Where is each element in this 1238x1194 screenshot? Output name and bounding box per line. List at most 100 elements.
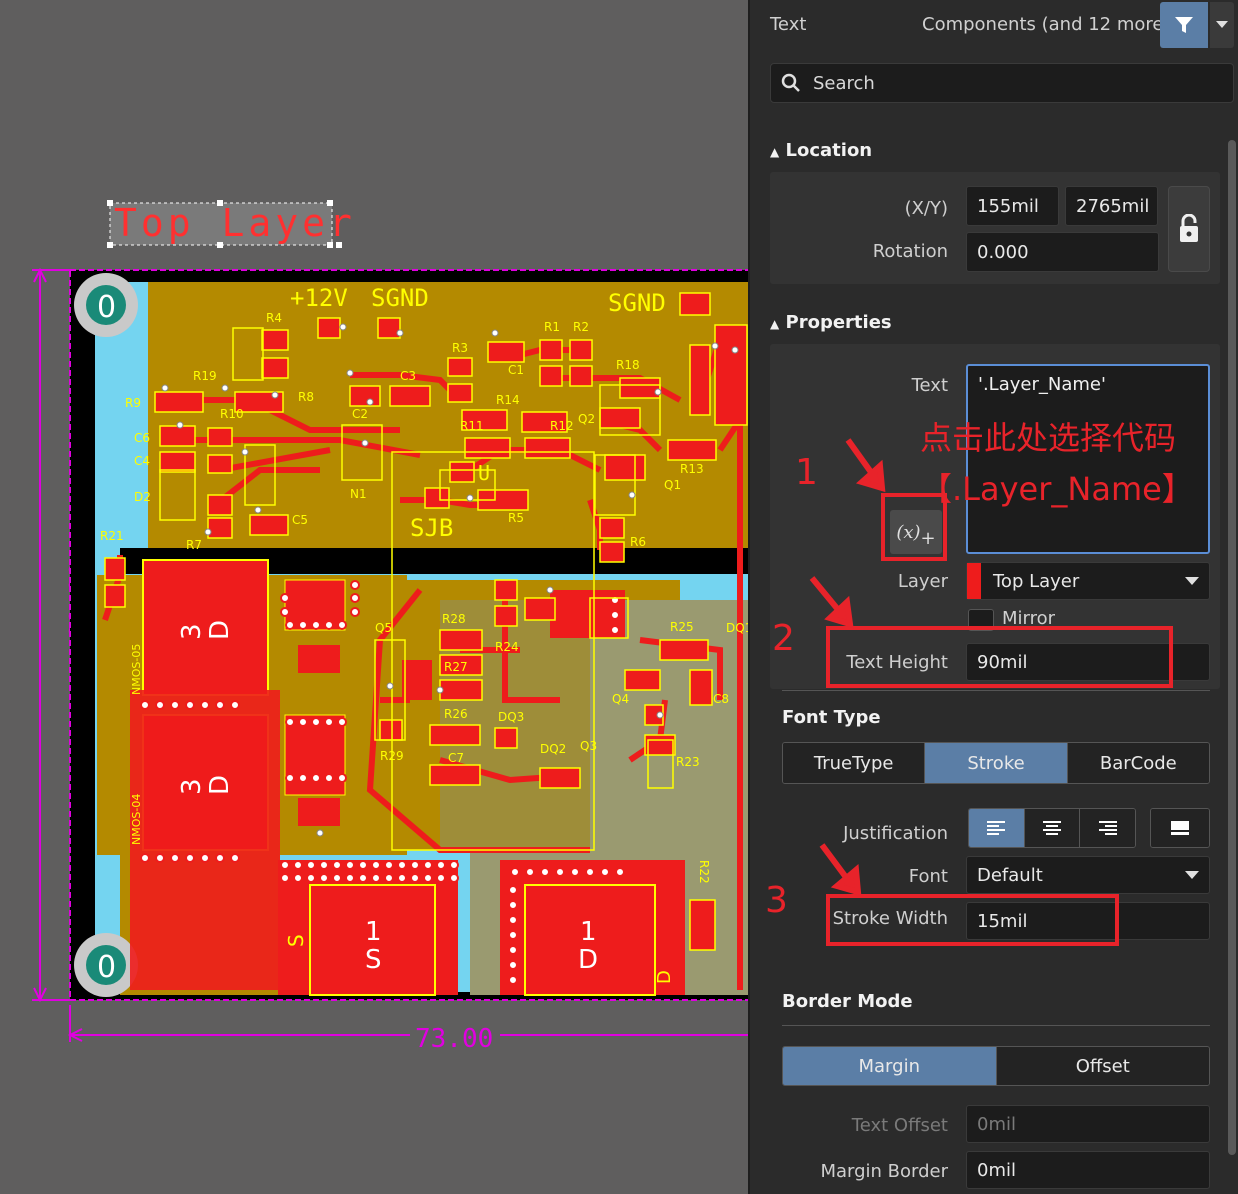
refdes-label: R25 [670, 620, 694, 634]
filter-button[interactable] [1160, 2, 1208, 48]
label-d-small: D [654, 970, 675, 984]
font-type-truetype[interactable]: TrueType [783, 743, 926, 783]
justification-label: Justification [843, 823, 948, 844]
label-big3-1: 1 [365, 917, 382, 947]
pcb-board[interactable]: Top Layer 68.00 73.00 [0, 0, 748, 1194]
annotation-hint-line1: 点击此处选择代码 [920, 419, 1177, 457]
rotation-label: Rotation [872, 241, 948, 262]
annotation-number-1: 1 [795, 452, 818, 493]
top-layer-title[interactable]: Top Layer [114, 201, 356, 245]
layer-select[interactable]: Top Layer [966, 562, 1210, 600]
divider [782, 690, 1210, 691]
align-center-icon [1043, 821, 1061, 835]
label-sgnd-1: SGND [371, 284, 429, 312]
rotation-input[interactable]: 0.000 [966, 232, 1159, 272]
y-position-input[interactable]: 2765mil [1065, 186, 1158, 226]
border-mode-margin[interactable]: Margin [783, 1047, 997, 1085]
refdes-label: C4 [134, 454, 150, 468]
refdes-label: R27 [444, 660, 468, 674]
position-button[interactable] [1151, 809, 1209, 847]
refdes-label: R14 [496, 393, 520, 407]
properties-section-header[interactable]: ▲ Properties [770, 312, 892, 333]
label-big2-2: D [205, 775, 235, 795]
font-label: Font [908, 866, 948, 887]
layer-value: Top Layer [993, 570, 1080, 592]
xy-label: (X/Y) [904, 198, 948, 219]
refdes-label: R29 [380, 749, 404, 763]
annotation-number-3: 3 [765, 880, 788, 921]
font-type-stroke[interactable]: Stroke [925, 743, 1068, 783]
refdes-label: C3 [400, 369, 416, 383]
font-value: Default [977, 864, 1043, 886]
refdes-label: Q3 [580, 739, 597, 753]
refdes-label: R2 [573, 320, 589, 334]
refdes-label: R8 [298, 390, 314, 404]
scrollbar-thumb[interactable] [1228, 140, 1236, 1155]
refdes-label: R22 [697, 860, 711, 884]
layer-color-swatch [967, 563, 981, 599]
label-big4-2: D [578, 945, 598, 975]
search-input[interactable]: Search [770, 63, 1234, 103]
search-icon [781, 73, 800, 92]
refdes-label: C1 [508, 363, 524, 377]
text-value: '.Layer_Name' [978, 374, 1106, 395]
label-s-small: S [284, 934, 308, 947]
font-type-segmented: TrueType Stroke BarCode [782, 742, 1210, 784]
chevron-down-icon [1216, 21, 1228, 28]
label-big4-1: 1 [580, 917, 597, 947]
lock-button[interactable] [1168, 186, 1210, 272]
justify-center-button[interactable] [1024, 809, 1081, 847]
margin-border-input[interactable]: 0mil [966, 1151, 1210, 1189]
refdes-label: R19 [193, 369, 217, 383]
position-group [1150, 808, 1210, 848]
align-left-icon [987, 821, 1006, 835]
text-offset-label: Text Offset [851, 1115, 948, 1136]
panel-scrollbar[interactable] [1227, 120, 1237, 1190]
refdes-label: R18 [616, 358, 640, 372]
border-mode-offset[interactable]: Offset [996, 1047, 1209, 1085]
font-select[interactable]: Default [966, 856, 1210, 894]
panel-object-type: Text [770, 14, 807, 35]
font-type-barcode[interactable]: BarCode [1067, 743, 1209, 783]
refdes-label: Q1 [664, 478, 681, 492]
annotation-box-text-height [826, 626, 1173, 688]
dimension-horizontal [67, 1005, 748, 1042]
text-value-input[interactable]: '.Layer_Name' [966, 364, 1210, 554]
dimension-horizontal-label: 73.00 [415, 1024, 493, 1054]
pcb-canvas[interactable]: Top Layer 68.00 73.00 [0, 0, 748, 1194]
properties-panel: Text Components (and 12 more) Search ▲ L… [748, 0, 1238, 1194]
refdes-label: C8 [713, 692, 729, 706]
label-sjb: SJB [410, 514, 453, 542]
refdes-label: R7 [186, 538, 202, 552]
refdes-label: C6 [134, 431, 150, 445]
text-block-icon [1171, 821, 1189, 835]
filter-dropdown-button[interactable] [1210, 2, 1234, 48]
text-offset-input[interactable]: 0mil [966, 1105, 1210, 1143]
refdes-label: DQ2 [540, 742, 566, 756]
divider [782, 1025, 1210, 1026]
label-big1-1: 3 [177, 623, 207, 640]
refdes-label: C7 [448, 751, 464, 765]
label-u: U [478, 461, 490, 485]
justify-right-button[interactable] [1080, 809, 1135, 847]
lock-icon [1180, 214, 1198, 242]
refdes-label: R6 [630, 535, 646, 549]
location-section-header[interactable]: ▲ Location [770, 140, 872, 161]
refdes-label: Q5 [375, 621, 392, 635]
layer-label: Layer [897, 571, 948, 592]
justify-left-button[interactable] [969, 809, 1025, 847]
mounting-hole-top: 0 [97, 290, 116, 325]
label-plus12v: +12V [290, 284, 348, 312]
funnel-icon [1175, 17, 1193, 33]
annotation-hint-line2: 【.Layer_Name】 [920, 470, 1194, 508]
panel-filter-scope: Components (and 12 more) [922, 14, 1171, 35]
border-mode-header: Border Mode [782, 991, 913, 1012]
align-right-icon [1098, 821, 1117, 835]
refdes-label: R11 [460, 419, 484, 433]
refdes-label: R21 [100, 529, 124, 543]
refdes-label: R23 [676, 755, 700, 769]
x-position-input[interactable]: 155mil [966, 186, 1059, 226]
refdes-label: R10 [220, 407, 244, 421]
refdes-label: DQ3 [498, 710, 524, 724]
search-placeholder: Search [813, 72, 875, 94]
